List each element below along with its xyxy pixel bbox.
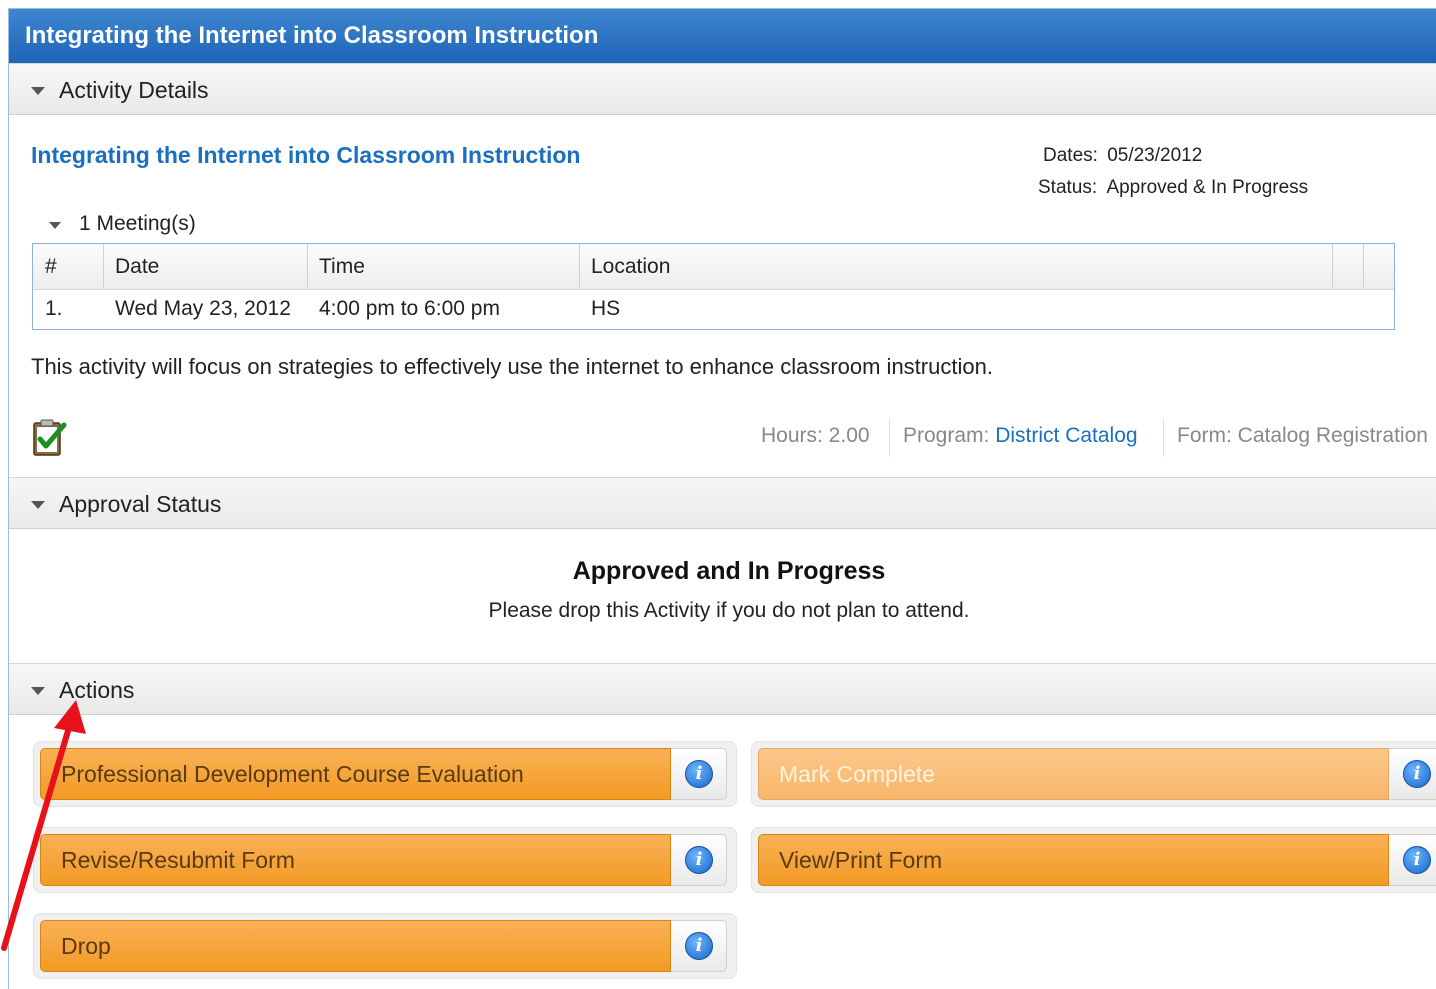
dates-label: Dates:	[1043, 145, 1098, 166]
drop-button[interactable]: Drop	[40, 920, 671, 972]
info-icon: i	[1403, 846, 1431, 874]
column-header: Date	[115, 255, 160, 278]
approval-message: Please drop this Activity if you do not …	[488, 599, 970, 622]
column-divider	[1332, 244, 1333, 289]
collapse-triangle-icon[interactable]	[31, 687, 45, 695]
table-cell: Wed May 23, 2012	[115, 297, 291, 320]
approval-title: Approved and In Progress	[572, 557, 886, 585]
divider	[1163, 419, 1164, 457]
column-divider	[307, 244, 308, 289]
collapse-triangle-icon[interactable]	[31, 87, 45, 95]
info-icon: i	[685, 760, 713, 788]
status-row: Status: Approved & In Progress	[1038, 177, 1308, 199]
action-item: Professional Development Course Evaluati…	[33, 741, 737, 807]
program-info: Program: District Catalog	[903, 424, 1138, 448]
activity-description: This activity will focus on strategies t…	[31, 354, 993, 379]
revise-resubmit-button[interactable]: Revise/Resubmit Form	[40, 834, 671, 886]
info-button[interactable]: i	[671, 748, 727, 800]
meetings-toggle[interactable]: 1 Meeting(s)	[49, 212, 196, 236]
meetings-toggle-label: 1 Meeting(s)	[79, 212, 196, 235]
column-divider	[1363, 244, 1364, 289]
info-icon: i	[1403, 760, 1431, 788]
column-header: Location	[591, 255, 671, 278]
program-link[interactable]: District Catalog	[995, 424, 1137, 447]
meetings-table: # Date Time Location 1. Wed May 23, 2012…	[32, 243, 1395, 330]
dates-value: 05/23/2012	[1107, 145, 1203, 166]
collapse-triangle-icon[interactable]	[31, 501, 45, 509]
table-cell: 4:00 pm to 6:00 pm	[319, 297, 500, 320]
activity-panel: Integrating the Internet into Classroom …	[8, 8, 1436, 989]
section-header-actions[interactable]: Actions	[9, 663, 1436, 715]
action-item: Mark Complete i	[751, 741, 1436, 807]
divider	[889, 419, 890, 457]
info-button[interactable]: i	[1389, 748, 1436, 800]
action-item: View/Print Form i	[751, 827, 1436, 893]
info-button[interactable]: i	[671, 920, 727, 972]
section-header-approval-status[interactable]: Approval Status	[9, 477, 1436, 529]
status-label: Status:	[1038, 177, 1098, 198]
section-header-activity-details[interactable]: Activity Details	[9, 63, 1436, 115]
course-evaluation-button[interactable]: Professional Development Course Evaluati…	[40, 748, 671, 800]
section-title: Approval Status	[59, 491, 222, 517]
clipboard-check-icon[interactable]	[31, 417, 67, 457]
info-button[interactable]: i	[1389, 834, 1436, 886]
info-button[interactable]: i	[671, 834, 727, 886]
dates-row: Dates: 05/23/2012	[1043, 145, 1202, 167]
mark-complete-button[interactable]: Mark Complete	[758, 748, 1389, 800]
column-divider	[103, 244, 104, 289]
info-icon: i	[685, 846, 713, 874]
collapse-triangle-icon[interactable]	[49, 222, 61, 229]
column-divider	[579, 244, 580, 289]
action-item: Drop i	[33, 913, 737, 979]
column-header: #	[45, 255, 57, 278]
window-title: Integrating the Internet into Classroom …	[9, 9, 1436, 63]
hours-text: Hours: 2.00	[761, 424, 870, 447]
table-header: # Date Time Location	[33, 244, 1394, 290]
column-header: Time	[319, 255, 365, 278]
form-text: Form: Catalog Registration	[1177, 424, 1428, 447]
table-cell: 1.	[45, 297, 63, 320]
activity-title-link[interactable]: Integrating the Internet into Classroom …	[31, 142, 580, 169]
view-print-form-button[interactable]: View/Print Form	[758, 834, 1389, 886]
table-cell: HS	[591, 297, 621, 320]
info-icon: i	[685, 932, 713, 960]
program-label: Program:	[903, 424, 990, 447]
action-item: Revise/Resubmit Form i	[33, 827, 737, 893]
section-title: Actions	[59, 677, 135, 703]
status-value: Approved & In Progress	[1106, 177, 1309, 198]
section-title: Activity Details	[59, 77, 209, 103]
